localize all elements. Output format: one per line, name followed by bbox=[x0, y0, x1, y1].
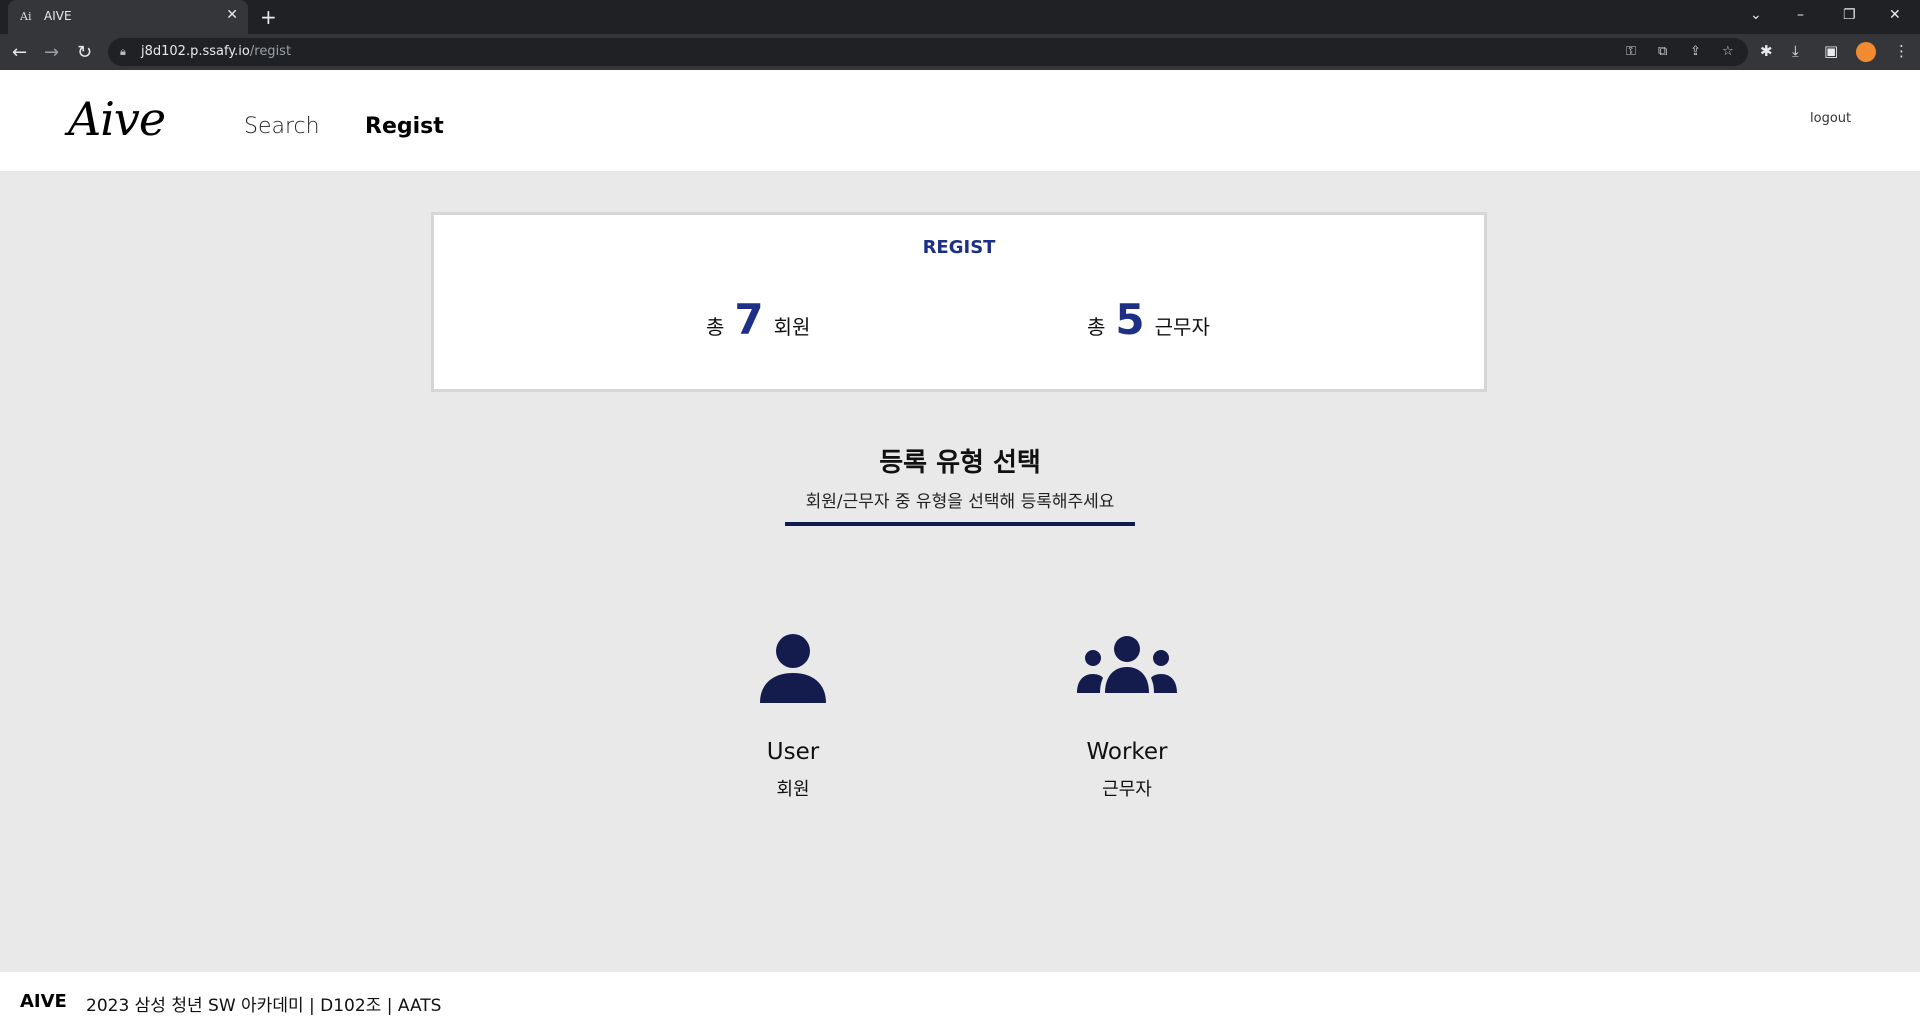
favicon-icon: Ai bbox=[20, 10, 32, 23]
selection-underline bbox=[785, 522, 1135, 526]
member-count-suffix: 회원 bbox=[773, 315, 811, 339]
download-icon[interactable]: ⤓ bbox=[1792, 42, 1799, 60]
site-logo[interactable]: Aive bbox=[68, 92, 166, 146]
worker-count-suffix: 근무자 bbox=[1154, 315, 1210, 339]
worker-count: 5 bbox=[1115, 295, 1145, 344]
member-count: 7 bbox=[734, 295, 764, 344]
forward-icon[interactable]: → bbox=[44, 42, 59, 63]
regist-stats-card: REGIST 총 7 회원 총 5 근무자 bbox=[431, 212, 1487, 392]
restore-icon[interactable]: ❐ bbox=[1843, 7, 1856, 23]
menu-kebab-icon[interactable]: ⋮ bbox=[1894, 42, 1909, 60]
site-header: Aive Search Regist logout bbox=[0, 70, 1920, 171]
worker-option-sublabel: 근무자 bbox=[1102, 779, 1152, 800]
back-icon[interactable]: ← bbox=[12, 42, 27, 63]
profile-avatar[interactable] bbox=[1856, 42, 1876, 62]
footer-brand: AIVE bbox=[20, 991, 67, 1012]
card-title: REGIST bbox=[922, 237, 996, 258]
user-option-label: User bbox=[766, 739, 820, 765]
minimize-icon[interactable]: – bbox=[1797, 7, 1804, 23]
user-icon bbox=[760, 634, 826, 703]
close-window-icon[interactable]: ✕ bbox=[1889, 7, 1901, 23]
member-count-stat: 총 7 회원 bbox=[706, 295, 810, 344]
side-panel-icon[interactable]: ▣ bbox=[1824, 42, 1838, 60]
new-tab-icon[interactable]: + bbox=[260, 5, 277, 29]
footer-copyright: 2023 삼성 청년 SW 아카데미 | D102조 | AATS bbox=[86, 996, 442, 1016]
share-icon[interactable]: ⇪ bbox=[1690, 44, 1701, 59]
worker-option-button[interactable]: Worker 근무자 bbox=[1027, 633, 1227, 801]
logout-link[interactable]: logout bbox=[1810, 111, 1851, 126]
user-option-button[interactable]: User 회원 bbox=[693, 633, 893, 801]
selection-subtitle: 회원/근무자 중 유형을 선택해 등록해주세요 bbox=[805, 492, 1115, 512]
worker-count-stat: 총 5 근무자 bbox=[1087, 295, 1210, 344]
translate-icon[interactable]: ⧉ bbox=[1658, 44, 1667, 59]
user-option-sublabel: 회원 bbox=[776, 779, 810, 800]
address-bar[interactable]: 🔒︎ j8d102.p.ssafy.io/regist ⚿ ⧉ ⇪ ☆ bbox=[108, 38, 1748, 66]
browser-tab[interactable]: Ai AIVE ✕ bbox=[8, 0, 248, 34]
site-footer: AIVE 2023 삼성 청년 SW 아카데미 | D102조 | AATS bbox=[0, 972, 1920, 1033]
extensions-icon[interactable]: ✱ bbox=[1760, 42, 1773, 60]
worker-option-label: Worker bbox=[1086, 739, 1168, 765]
bookmark-star-icon[interactable]: ☆ bbox=[1722, 44, 1734, 59]
key-icon[interactable]: ⚿ bbox=[1626, 44, 1636, 59]
selection-title: 등록 유형 선택 bbox=[879, 448, 1041, 478]
tab-title: AIVE bbox=[44, 9, 72, 23]
users-group-icon bbox=[1077, 636, 1177, 693]
tab-search-icon[interactable]: ⌄ bbox=[1750, 7, 1762, 23]
worker-count-prefix: 총 bbox=[1087, 315, 1106, 339]
lock-icon[interactable]: 🔒︎ bbox=[120, 45, 126, 59]
browser-toolbar: ← → ↻ 🔒︎ j8d102.p.ssafy.io/regist ⚿ ⧉ ⇪ … bbox=[0, 34, 1920, 70]
browser-tab-bar: Ai AIVE ✕ + ⌄ – ❐ ✕ bbox=[0, 0, 1920, 34]
url-text: j8d102.p.ssafy.io/regist bbox=[141, 44, 292, 59]
nav-search-link[interactable]: Search bbox=[244, 114, 320, 139]
nav-regist-link[interactable]: Regist bbox=[365, 114, 444, 139]
member-count-prefix: 총 bbox=[706, 315, 725, 339]
close-tab-icon[interactable]: ✕ bbox=[226, 7, 238, 23]
reload-icon[interactable]: ↻ bbox=[77, 42, 92, 63]
